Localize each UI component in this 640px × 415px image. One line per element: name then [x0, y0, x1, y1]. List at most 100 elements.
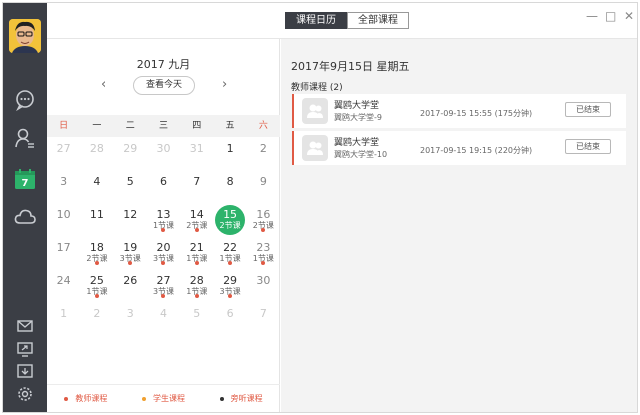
- go-today-button[interactable]: 查看今天: [133, 76, 195, 95]
- calendar-day[interactable]: 30: [247, 269, 280, 302]
- calendar-day[interactable]: 22 1节课: [213, 236, 246, 269]
- calendar-day[interactable]: 1: [213, 137, 246, 170]
- calendar-day[interactable]: 27: [47, 137, 80, 170]
- prev-month-button[interactable]: ‹: [101, 78, 106, 92]
- legend-dot: [141, 396, 146, 401]
- weekday-label: 四: [192, 121, 202, 131]
- calendar-day[interactable]: 6: [213, 302, 246, 335]
- course-room: 翼鸥大学堂-10: [334, 150, 388, 159]
- course-room: 翼鸥大学堂-9: [334, 113, 382, 122]
- course-status-button[interactable]: 已结束: [565, 102, 611, 117]
- calendar-day[interactable]: 5: [114, 170, 147, 203]
- calendar-legend: 教师课程 学生课程 旁听课程: [47, 384, 280, 412]
- teacher-course-dot: [128, 261, 133, 265]
- course-status-button[interactable]: 已结束: [565, 139, 611, 154]
- course-card[interactable]: 翼鸥大学堂 翼鸥大学堂-10 2017-09-15 19:15 (220分钟) …: [292, 131, 626, 165]
- calendar-day[interactable]: 29: [114, 137, 147, 170]
- selected-date: 2017年9月15日 星期五: [291, 60, 410, 73]
- calendar-day[interactable]: 12: [114, 203, 147, 236]
- calendar-day[interactable]: 29 3节课: [213, 269, 246, 302]
- day-number: 6: [159, 175, 167, 188]
- month-title: 2017 九月: [136, 58, 191, 71]
- contacts-icon[interactable]: [14, 127, 36, 149]
- maximize-button[interactable]: □: [605, 9, 616, 23]
- tab-course-calendar[interactable]: 课程日历: [285, 12, 347, 29]
- day-number: 29: [223, 274, 238, 287]
- chat-icon[interactable]: [14, 89, 36, 112]
- calendar-day[interactable]: 28: [80, 137, 113, 170]
- teacher-courses-heading: 教师课程 (2): [291, 83, 343, 93]
- calendar-day[interactable]: 6: [147, 170, 180, 203]
- calendar-icon[interactable]: 7: [14, 168, 36, 190]
- legend-teacher-courses: 教师课程: [64, 393, 107, 404]
- sidebar: 7: [3, 3, 47, 412]
- day-number: 4: [93, 175, 101, 188]
- calendar-day[interactable]: 18 2节课: [80, 236, 113, 269]
- calendar-panel: 2017 九月 ‹ 查看今天 › 日 一 二 三 四 五 六 27 28 29 30 3…: [47, 39, 280, 412]
- calendar-day[interactable]: 14 2节课: [180, 203, 213, 236]
- calendar-day[interactable]: 8: [213, 170, 246, 203]
- day-number: 28: [189, 274, 204, 287]
- calendar-day[interactable]: 9: [247, 170, 280, 203]
- day-number: 23: [256, 241, 271, 254]
- mail-icon[interactable]: [16, 317, 34, 335]
- minimize-button[interactable]: —: [586, 9, 598, 23]
- legend-label: 学生课程: [152, 394, 185, 403]
- teacher-course-dot: [261, 228, 266, 232]
- calendar-day[interactable]: 2: [80, 302, 113, 335]
- calendar-day[interactable]: 1: [47, 302, 80, 335]
- calendar-day[interactable]: 23 1节课: [247, 236, 280, 269]
- weekday-label: 二: [125, 121, 135, 131]
- calendar-day[interactable]: 7: [247, 302, 280, 335]
- course-thumbnail: [302, 98, 328, 124]
- calendar-day[interactable]: 5: [180, 302, 213, 335]
- calendar-day[interactable]: 27 3节课: [147, 269, 180, 302]
- calendar-day[interactable]: 28 1节课: [180, 269, 213, 302]
- calendar-day[interactable]: 19 3节课: [114, 236, 147, 269]
- calendar-day[interactable]: 21 1节课: [180, 236, 213, 269]
- teacher-course-dot: [161, 261, 166, 265]
- day-number: 16: [256, 208, 271, 221]
- calendar-day[interactable]: 30: [147, 137, 180, 170]
- screen-share-icon[interactable]: [16, 340, 34, 358]
- calendar-icon-label: 7: [22, 178, 29, 189]
- teacher-course-dot: [161, 294, 166, 298]
- legend-student-courses: 学生课程: [141, 393, 185, 404]
- calendar-day[interactable]: 3: [47, 170, 80, 203]
- day-number: 3: [60, 175, 68, 188]
- day-number: 25: [89, 274, 104, 287]
- next-month-button[interactable]: ›: [222, 78, 227, 92]
- calendar-day[interactable]: 4: [147, 302, 180, 335]
- teacher-course-dot: [194, 294, 199, 298]
- lesson-count: 2节课: [219, 221, 241, 230]
- course-card[interactable]: 翼鸥大学堂 翼鸥大学堂-9 2017-09-15 15:55 (175分钟) 已…: [292, 94, 626, 128]
- calendar-day[interactable]: 3: [114, 302, 147, 335]
- calendar-day[interactable]: 11: [80, 203, 113, 236]
- day-number: 30: [256, 274, 271, 287]
- weekday-label: 一: [92, 121, 102, 131]
- calendar-day-today[interactable]: 15 2节课: [213, 203, 246, 236]
- close-button[interactable]: ✕: [624, 9, 634, 23]
- avatar[interactable]: [9, 19, 41, 53]
- calendar-day[interactable]: 10: [47, 203, 80, 236]
- day-number: 3: [126, 307, 134, 320]
- tab-all-courses[interactable]: 全部课程: [347, 12, 409, 29]
- calendar-day[interactable]: 13 1节课: [147, 203, 180, 236]
- day-number: 13: [156, 208, 171, 221]
- calendar-day[interactable]: 4: [80, 170, 113, 203]
- calendar-day[interactable]: 17: [47, 236, 80, 269]
- export-icon[interactable]: [16, 362, 34, 380]
- cloud-icon[interactable]: [14, 206, 36, 228]
- day-number: 20: [156, 241, 171, 254]
- calendar-day[interactable]: 7: [180, 170, 213, 203]
- calendar-day[interactable]: 26: [114, 269, 147, 302]
- calendar-day[interactable]: 2: [247, 137, 280, 170]
- calendar-day[interactable]: 31: [180, 137, 213, 170]
- calendar-day[interactable]: 20 3节课: [147, 236, 180, 269]
- day-number: 11: [89, 208, 104, 221]
- settings-icon[interactable]: [16, 385, 34, 403]
- calendar-day[interactable]: 16 2节课: [247, 203, 280, 236]
- calendar-day[interactable]: 25 1节课: [80, 269, 113, 302]
- calendar-day[interactable]: 24: [47, 269, 80, 302]
- legend-dot: [64, 396, 69, 401]
